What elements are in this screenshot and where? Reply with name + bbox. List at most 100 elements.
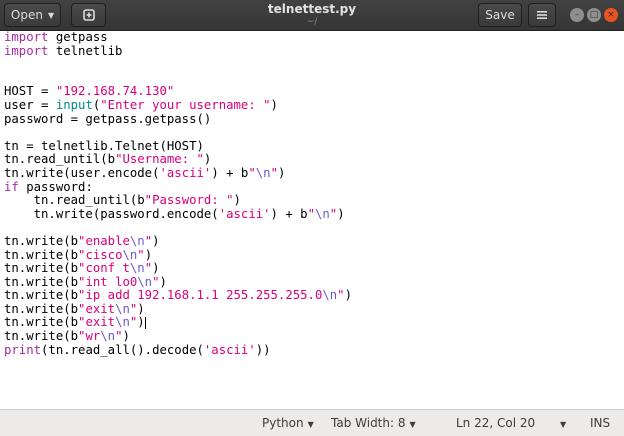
code-token: " bbox=[307, 206, 315, 221]
new-tab-icon bbox=[82, 9, 95, 21]
code-token: "192.168.74.130" bbox=[55, 84, 175, 99]
code-editor[interactable]: import getpass import telnetlib HOST = "19… bbox=[0, 30, 624, 409]
code-token: \n bbox=[137, 274, 153, 289]
chevron-down-icon: ▼ bbox=[307, 420, 314, 429]
code-token: ) bbox=[159, 274, 167, 289]
code-token: 'ascii' bbox=[203, 342, 256, 357]
code-line[interactable]: HOST = "192.168.74.130" bbox=[4, 85, 352, 99]
chevron-down-icon: ▼ bbox=[409, 420, 416, 429]
code-token: " bbox=[152, 274, 160, 289]
code-line[interactable]: tn.write(password.encode('ascii') + b"\n… bbox=[4, 206, 352, 222]
code-token: tn.write(password.encode( bbox=[4, 206, 219, 221]
code-token: "Password: " bbox=[144, 193, 234, 208]
maximize-icon[interactable]: □ bbox=[587, 8, 601, 22]
code-token: ) bbox=[233, 193, 241, 208]
open-button[interactable]: Open ▼ bbox=[4, 3, 61, 27]
code-token: user = bbox=[4, 97, 56, 112]
code-token: " bbox=[337, 288, 345, 303]
code-token: "cisco bbox=[78, 247, 123, 262]
code-line[interactable]: tn.write(b"enable\n") bbox=[4, 233, 352, 249]
close-icon[interactable]: × bbox=[604, 8, 618, 22]
code-token: tn.write(b bbox=[4, 261, 79, 276]
position-dropdown[interactable]: ▼ bbox=[556, 416, 566, 430]
gedit-window: Open ▼ telnettest.py ~/ Save – □ × impor… bbox=[0, 0, 624, 436]
code-line[interactable]: tn.write(b"cisco\n") bbox=[4, 247, 352, 263]
code-line[interactable]: user = input("Enter your username: ") bbox=[4, 97, 352, 113]
code-line[interactable]: tn.write(b"ip add 192.168.1.1 255.255.25… bbox=[4, 288, 352, 303]
text-cursor bbox=[144, 316, 146, 329]
code-token: telnetlib bbox=[48, 43, 123, 58]
code-line[interactable]: import telnetlib bbox=[4, 43, 352, 59]
code-token: password = getpass.getpass() bbox=[4, 111, 212, 126]
menu-button[interactable] bbox=[528, 3, 556, 27]
code-token: 'ascii' bbox=[218, 206, 271, 221]
code-token: " bbox=[144, 233, 153, 248]
code-token: tn.write(b bbox=[4, 274, 79, 289]
code-line[interactable]: tn.write(b"int lo0\n") bbox=[4, 274, 352, 290]
tab-width-selector[interactable]: Tab Width: 8 ▼ bbox=[331, 416, 416, 430]
code-line[interactable]: tn.read_until(b"Username: ") bbox=[4, 153, 352, 167]
open-button-label: Open bbox=[10, 8, 43, 22]
code-token: "int lo0 bbox=[78, 274, 138, 289]
code-token: "wr bbox=[78, 329, 101, 344]
code-token: ) + b bbox=[211, 165, 249, 180]
code-token: tn.write(b bbox=[4, 315, 79, 330]
code-line[interactable]: tn.write(b"conf t\n") bbox=[4, 261, 352, 276]
code-line[interactable]: tn.write(b"exit\n") bbox=[4, 316, 352, 330]
code-token: ) bbox=[344, 288, 352, 303]
code-token: \n bbox=[314, 206, 330, 221]
code-line[interactable]: if password: bbox=[4, 179, 352, 195]
code-text[interactable]: import getpass import telnetlib HOST = "19… bbox=[4, 30, 352, 358]
code-token: tn.write(b bbox=[4, 288, 79, 303]
code-line[interactable]: print(tn.read_all().decode('ascii')) bbox=[4, 342, 352, 358]
code-token: \n bbox=[322, 288, 338, 303]
code-token: tn.write(b bbox=[4, 301, 79, 316]
code-token: password: bbox=[18, 179, 93, 194]
code-token: tn = telnetlib.Telnet(HOST) bbox=[4, 138, 204, 153]
code-token: ) bbox=[137, 315, 145, 330]
code-token: "exit bbox=[78, 315, 116, 330]
chevron-down-icon: ▼ bbox=[560, 420, 567, 429]
code-line[interactable]: import getpass bbox=[4, 30, 352, 45]
save-button[interactable]: Save bbox=[478, 3, 522, 27]
code-token: if bbox=[4, 179, 19, 194]
code-token: ) bbox=[337, 206, 345, 221]
code-token: getpass bbox=[48, 30, 108, 44]
code-token: tn.write(user.encode( bbox=[4, 165, 160, 180]
code-token: \n bbox=[255, 165, 271, 180]
code-line[interactable] bbox=[4, 58, 352, 72]
cursor-position[interactable]: Ln 22, Col 20 bbox=[456, 416, 535, 430]
code-token: import bbox=[4, 43, 49, 58]
minimize-icon[interactable]: – bbox=[570, 8, 584, 22]
code-line[interactable]: tn = telnetlib.Telnet(HOST) bbox=[4, 138, 352, 154]
code-line[interactable]: tn.write(b"exit\n") bbox=[4, 301, 352, 317]
code-token: ) bbox=[144, 247, 153, 262]
new-tab-button[interactable] bbox=[71, 3, 106, 27]
code-token: "Enter your username: " bbox=[100, 97, 271, 112]
code-token: input bbox=[55, 97, 93, 112]
code-token: ) bbox=[137, 301, 145, 316]
code-line[interactable]: password = getpass.getpass() bbox=[4, 111, 352, 127]
tab-width-label: Tab Width: 8 bbox=[331, 416, 406, 430]
code-line[interactable] bbox=[4, 221, 352, 235]
code-token: tn.write(b bbox=[4, 329, 79, 344]
insert-mode-indicator[interactable]: INS bbox=[590, 416, 610, 430]
code-token: \n bbox=[115, 315, 130, 330]
code-token: ) bbox=[277, 165, 286, 180]
code-token: " bbox=[144, 261, 153, 276]
code-line[interactable] bbox=[4, 72, 352, 86]
chevron-down-icon: ▼ bbox=[47, 10, 55, 20]
code-line[interactable]: tn.write(b"wr\n") bbox=[4, 329, 352, 344]
code-token: HOST = bbox=[4, 84, 56, 99]
code-line[interactable]: tn.read_until(b"Password: ") bbox=[4, 193, 352, 208]
code-line[interactable]: tn.write(user.encode('ascii') + b"\n") bbox=[4, 165, 352, 181]
language-selector[interactable]: Python ▼ bbox=[262, 416, 314, 430]
code-token: 'ascii' bbox=[159, 165, 212, 180]
code-token: " bbox=[270, 165, 278, 180]
code-line[interactable] bbox=[4, 126, 352, 140]
code-token: ) bbox=[270, 97, 278, 112]
cursor-position-label: Ln 22, Col 20 bbox=[456, 416, 536, 430]
code-token: ) bbox=[152, 261, 160, 276]
code-token: " bbox=[137, 247, 145, 262]
code-token: ) bbox=[203, 152, 212, 167]
